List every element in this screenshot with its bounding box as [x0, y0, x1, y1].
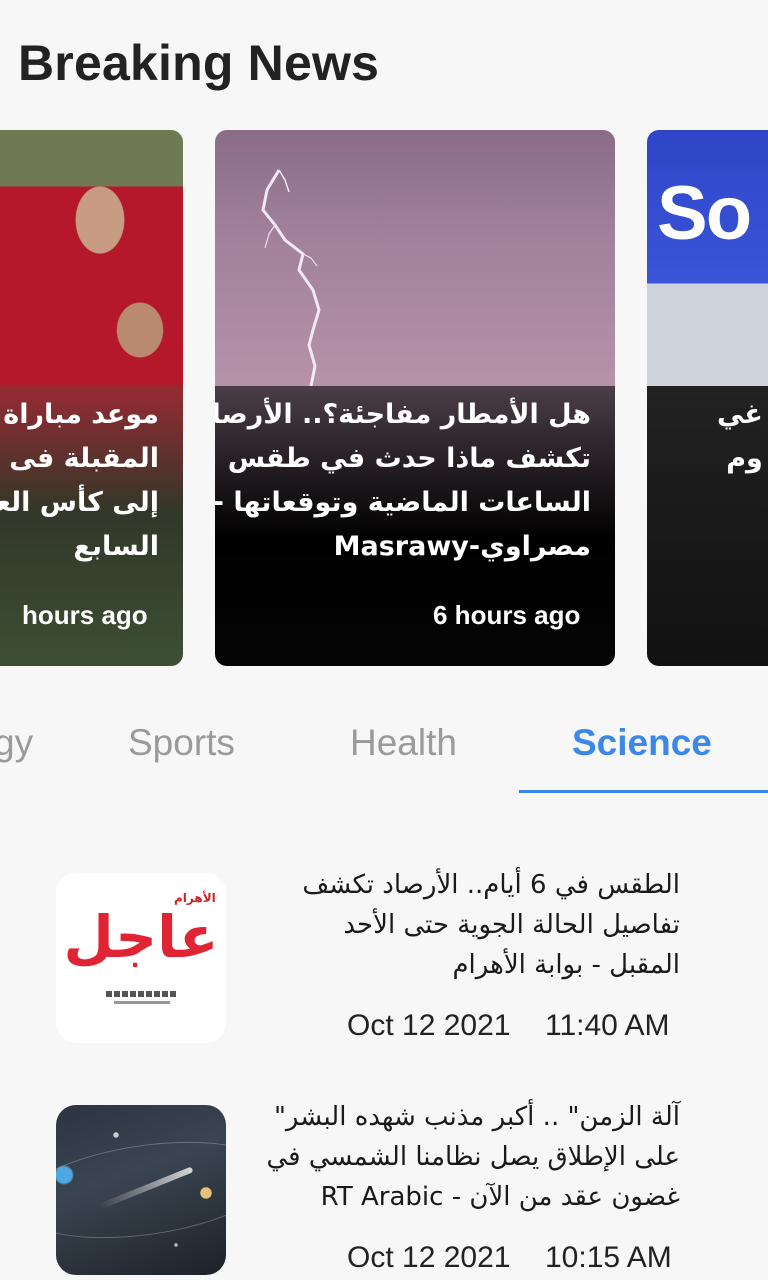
article-thumbnail: الأهرام عاجل — [56, 873, 226, 1043]
article-thumbnail — [56, 1105, 226, 1275]
article-list-item[interactable]: الأهرام عاجل الطقس في 6 أيام.. الأرصاد ت… — [0, 865, 768, 1065]
tab-science[interactable]: Science — [572, 722, 712, 764]
breaking-news-carousel[interactable]: موعد مباراة مصر المقبلة فى التصفيات إلى … — [0, 130, 768, 666]
carousel-card[interactable]: So غي وم — [647, 130, 768, 666]
article-date: Oct 12 2021 — [347, 1009, 511, 1042]
tab-technology[interactable]: gy — [0, 722, 33, 764]
article-title: آلة الزمن" .. أكبر مذنب شهده البشر" على … — [266, 1102, 680, 1212]
card-time: hours ago — [22, 600, 148, 630]
card-headline: غي وم — [717, 399, 763, 474]
tab-health[interactable]: Health — [350, 722, 457, 764]
lightning-graphic — [261, 169, 321, 386]
article-time: 11:40 AM — [545, 1009, 670, 1042]
card-headline: موعد مباراة مصر المقبلة فى التصفيات إلى … — [0, 399, 159, 562]
stage-logo-text: So — [657, 171, 752, 256]
card-headline: هل الأمطار مفاجئة؟.. الأرصاد تكشف ماذا ح… — [215, 399, 591, 562]
article-title: الطقس في 6 أيام.. الأرصاد تكشف تفاصيل ال… — [302, 870, 680, 980]
thumbnail-social-strip — [106, 991, 176, 997]
news-screen: Breaking News موعد مباراة مصر المقبلة فى… — [0, 0, 768, 1280]
article-time: 10:15 AM — [545, 1241, 672, 1274]
thumbnail-brand: عاجل — [63, 903, 219, 971]
card-image-stage: So — [647, 130, 768, 386]
thumbnail-caption-line — [114, 1001, 170, 1004]
tab-sports[interactable]: Sports — [128, 722, 235, 764]
card-image-football — [0, 130, 183, 386]
tab-active-indicator — [519, 790, 768, 793]
card-image-lightning — [215, 130, 615, 386]
card-time: 6 hours ago — [433, 600, 581, 630]
carousel-card[interactable]: موعد مباراة مصر المقبلة فى التصفيات إلى … — [0, 130, 183, 666]
article-list-item[interactable]: آلة الزمن" .. أكبر مذنب شهده البشر" على … — [0, 1097, 768, 1280]
category-tabs: gy Sports Health Science — [0, 700, 768, 800]
section-title: Breaking News — [18, 35, 380, 91]
article-date: Oct 12 2021 — [347, 1241, 511, 1274]
carousel-card-active[interactable]: هل الأمطار مفاجئة؟.. الأرصاد تكشف ماذا ح… — [215, 130, 615, 666]
